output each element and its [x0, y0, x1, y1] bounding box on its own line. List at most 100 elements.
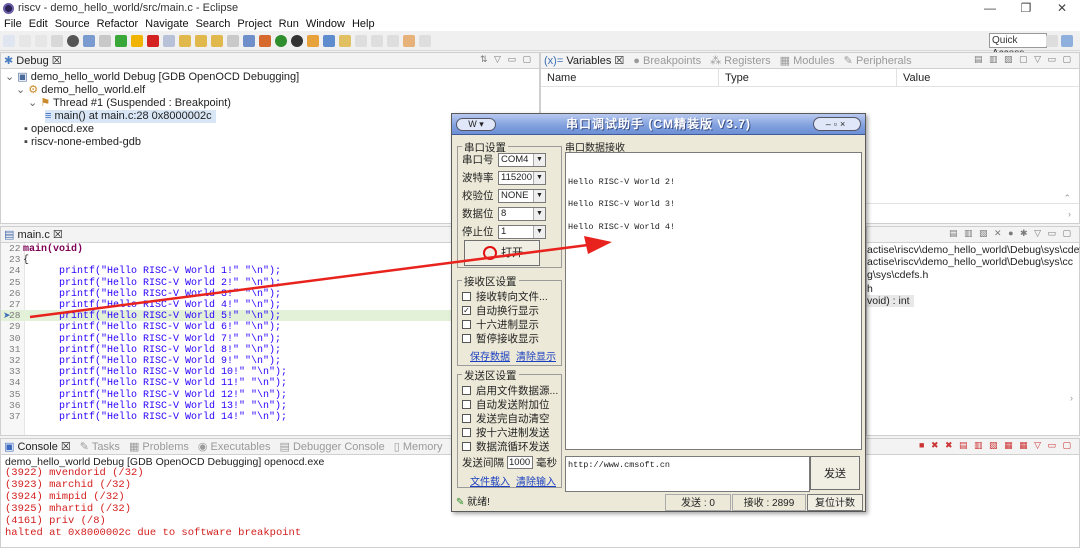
back-icon[interactable]: [403, 34, 415, 47]
step-into-icon[interactable]: [179, 34, 191, 47]
outline-item[interactable]: actise\riscv\demo_hello_world\Debug\sys\…: [867, 244, 1080, 256]
menu-edit[interactable]: Edit: [29, 18, 48, 30]
port-select[interactable]: COM4 ▼: [498, 152, 546, 167]
debug-config-icon[interactable]: [67, 34, 79, 47]
reset-count-button[interactable]: 复位计数: [807, 494, 863, 511]
menu-window[interactable]: Window: [306, 18, 345, 30]
tab-breakpoints[interactable]: ● Breakpoints: [633, 55, 701, 67]
stopbits-select[interactable]: 1 ▼: [498, 224, 546, 239]
outline-item[interactable]: actise\riscv\demo_hello_world\Debug\sys\…: [867, 256, 1073, 268]
checkbox-file-source[interactable]: 启用文件数据源...: [462, 383, 558, 398]
next-edit-icon[interactable]: [387, 34, 399, 47]
breakpoint-marker-icon[interactable]: ➤: [3, 310, 11, 321]
tab-variables[interactable]: (x)= Variables ☒: [544, 54, 624, 67]
checkbox-loop-send[interactable]: 数据流循环发送: [462, 439, 550, 454]
clear-input-link[interactable]: 清除输入: [516, 473, 556, 488]
receive-textarea[interactable]: Hello RISC-V World 2! Hello RISC-V World…: [565, 152, 862, 450]
build-icon[interactable]: [51, 34, 63, 47]
minimize-button[interactable]: —: [972, 0, 1008, 16]
open-type-icon[interactable]: [323, 34, 335, 47]
column-name[interactable]: Name: [541, 69, 719, 86]
tab-console[interactable]: ▣ Console ☒: [4, 440, 71, 453]
tab-main-c[interactable]: ▤ main.c ☒: [4, 228, 63, 241]
menu-navigate[interactable]: Navigate: [145, 18, 188, 30]
databits-select[interactable]: 8 ▼: [498, 206, 546, 221]
checkbox-hex-send[interactable]: 按十六进制发送: [462, 425, 550, 440]
quick-access-input[interactable]: Quick Access: [989, 33, 1047, 59]
checkbox-pause-display[interactable]: 暂停接收显示: [462, 331, 539, 346]
send-textarea[interactable]: http://www.cmsoft.cn: [565, 456, 810, 492]
tab-memory[interactable]: ▯ Memory: [394, 440, 443, 453]
suspend-icon[interactable]: [131, 34, 143, 47]
open-perspective-icon[interactable]: [1046, 35, 1058, 47]
save-data-link[interactable]: 保存数据: [470, 348, 510, 363]
tab-modules[interactable]: ▦ Modules: [780, 54, 835, 67]
checkbox-auto-clear[interactable]: 发送完自动清空: [462, 411, 550, 426]
open-file-icon[interactable]: [83, 34, 95, 47]
send-interval-input[interactable]: 1000: [507, 456, 533, 469]
outline-item[interactable]: h: [867, 283, 873, 295]
send-button[interactable]: 发送: [810, 456, 860, 490]
save-icon[interactable]: [19, 34, 31, 47]
load-file-link[interactable]: 文件载入: [470, 473, 510, 488]
tab-peripherals[interactable]: ✎ Peripherals: [844, 54, 912, 67]
outline-item[interactable]: g\sys\cdefs.h: [867, 269, 928, 281]
menu-refactor[interactable]: Refactor: [97, 18, 139, 30]
menu-source[interactable]: Source: [55, 18, 90, 30]
close-button[interactable]: ✕: [1044, 0, 1080, 16]
open-port-button[interactable]: 打开: [464, 240, 540, 266]
console-toolbar-icons[interactable]: ■ ✖ ✖ ▤ ▥ ▧ ▦ ▦ ▽ ▭ ▢: [919, 440, 1073, 451]
serial-title-bar[interactable]: W ▾ 串口调试助手 (CM精装版 V3.7) –▫×: [452, 114, 865, 135]
serial-window-controls[interactable]: –▫×: [813, 117, 861, 131]
skip-breakpoints-icon[interactable]: [99, 34, 111, 47]
tree-item-thread[interactable]: ⌄ ⚑ Thread #1 (Suspended : Breakpoint): [1, 97, 539, 110]
checkbox-recv-to-file[interactable]: 接收转向文件...: [462, 289, 548, 304]
outline-toolbar-icons[interactable]: ▤ ▥ ▧ ✕ ● ✱ ▽ ▭ ▢: [949, 228, 1073, 239]
variables-view-menu-icon[interactable]: ▤ ▥ ▧ ▢ ▽ ▭ ▢: [974, 54, 1073, 65]
bug-icon[interactable]: [259, 34, 271, 47]
scroll-right-icon[interactable]: ›: [1070, 393, 1073, 403]
new-icon[interactable]: [3, 34, 15, 47]
checkbox-hex-display[interactable]: 十六进制显示: [462, 317, 539, 332]
new-project-icon[interactable]: [307, 34, 319, 47]
tab-tasks[interactable]: ✎ Tasks: [80, 440, 120, 453]
parity-select[interactable]: NONE ▼: [498, 188, 546, 203]
step-return-icon[interactable]: [211, 34, 223, 47]
tab-problems[interactable]: ▦ Problems: [129, 440, 189, 453]
tab-debugger-console[interactable]: ▤ Debugger Console: [279, 440, 384, 453]
menu-run[interactable]: Run: [279, 18, 299, 30]
debug-view-menu-icon[interactable]: ⇅ ▽ ▭ ▢: [480, 54, 533, 65]
tab-debug[interactable]: ✱ Debug ☒: [4, 54, 62, 67]
clear-display-link[interactable]: 清除显示: [516, 348, 556, 363]
step-over-icon[interactable]: [195, 34, 207, 47]
search-icon[interactable]: [339, 34, 351, 47]
external-tools-icon[interactable]: [291, 34, 303, 47]
tree-item-elf[interactable]: ⌄ ⚙ demo_hello_world.elf: [1, 84, 539, 97]
disconnect-icon[interactable]: [163, 34, 175, 47]
menu-file[interactable]: File: [4, 18, 22, 30]
column-value[interactable]: Value: [897, 69, 1079, 86]
baud-select[interactable]: 115200 ▼: [498, 170, 546, 185]
column-type[interactable]: Type: [719, 69, 897, 86]
restore-button[interactable]: ❐: [1008, 0, 1044, 16]
menu-help[interactable]: Help: [352, 18, 375, 30]
tree-item-launch[interactable]: ⌄ ▣ demo_hello_world Debug [GDB OpenOCD …: [1, 71, 539, 84]
prev-edit-icon[interactable]: [371, 34, 383, 47]
scroll-up-icon[interactable]: ⌃: [1063, 193, 1071, 204]
outline-item-selected[interactable]: void) : int: [867, 295, 914, 307]
drop-to-frame-icon[interactable]: [243, 34, 255, 47]
terminate-icon[interactable]: [147, 34, 159, 47]
instruction-step-icon[interactable]: [227, 34, 239, 47]
forward-icon[interactable]: [419, 34, 431, 47]
checkbox-auto-append[interactable]: 自动发送附加位: [462, 397, 550, 412]
scroll-right-icon[interactable]: ›: [1068, 209, 1071, 219]
run-icon[interactable]: [275, 34, 287, 47]
annotation-icon[interactable]: [355, 34, 367, 47]
debug-perspective-icon[interactable]: [1061, 35, 1073, 47]
resume-icon[interactable]: [115, 34, 127, 47]
tab-registers[interactable]: ⁂ Registers: [710, 54, 771, 67]
menu-search[interactable]: Search: [196, 18, 231, 30]
checkbox-auto-wrap[interactable]: ✓ 自动换行显示: [462, 303, 539, 318]
menu-project[interactable]: Project: [237, 18, 271, 30]
save-all-icon[interactable]: [35, 34, 47, 47]
